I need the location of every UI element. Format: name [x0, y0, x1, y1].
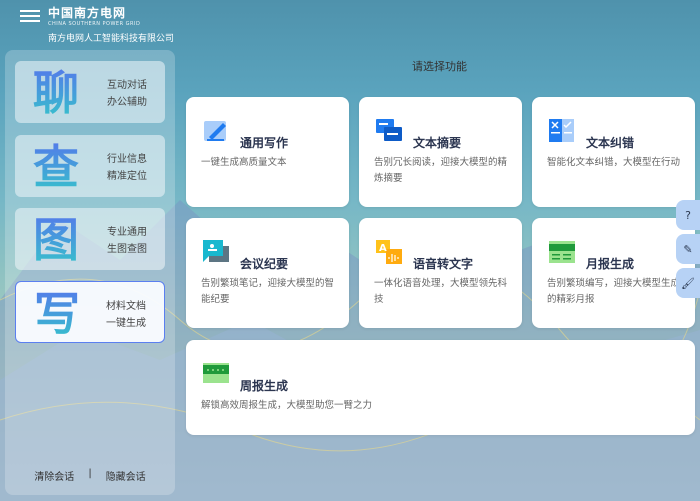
card-title: 文本摘要 [413, 136, 462, 150]
card-desc: 告别繁琐编写，迎接大模型生成的精彩月报 [547, 278, 681, 305]
sidebar-item-write[interactable]: 写 材料文档一键生成 [15, 281, 165, 343]
write-glyph-icon: 写 [34, 278, 80, 344]
meeting-icon [203, 240, 229, 262]
card-desc: 一键生成高质量文本 [201, 157, 287, 168]
card-title: 月报生成 [586, 257, 635, 271]
brand-name: 中国南方电网 [48, 6, 127, 20]
card-desc: 解锁高效周报生成，大模型助您一臂之力 [201, 400, 373, 411]
card-desc: 一体化语音处理，大模型领先科技 [374, 278, 508, 305]
speech-icon: A [376, 240, 402, 264]
search-glyph-icon: 查 [33, 131, 79, 197]
page-title: 请选择功能 [412, 60, 467, 73]
chat-glyph-icon: 聊 [33, 57, 79, 123]
logo-icon [20, 8, 42, 24]
sidebar-item-line2: 一键生成 [106, 318, 146, 329]
sidebar-item-chat[interactable]: 聊 互动对话 办公辅助 [15, 61, 165, 123]
card-desc: 告别繁琐笔记，迎接大模型的智能纪要 [201, 278, 335, 305]
help-icon: ? [685, 208, 691, 222]
card-speech-to-text[interactable]: A 语音转文字 一体化语音处理，大模型领先科技 [359, 218, 522, 328]
sidebar-item-line1: 材料文档 [106, 301, 146, 312]
checklist-icon [549, 119, 574, 142]
sidebar-item-line1: 专业通用 [107, 227, 147, 238]
weekly-report-icon [203, 363, 229, 383]
card-monthly-report[interactable]: 月报生成 告别繁琐编写，迎接大模型生成的精彩月报 [532, 218, 695, 328]
sidebar-item-line2: 生图查图 [107, 244, 147, 255]
card-title: 会议纪要 [240, 257, 289, 271]
header: 中国南方电网 CHINA SOUTHERN POWER GRID 南方电网人工智… [20, 4, 174, 44]
brush-button[interactable]: 🖌 [676, 268, 700, 298]
svg-text:A: A [379, 243, 387, 254]
card-text-summary[interactable]: 文本摘要 告别冗长阅读，迎接大模型的精炼摘要 [359, 97, 522, 207]
image-glyph-icon: 图 [33, 204, 79, 270]
brand-name-en: CHINA SOUTHERN POWER GRID [48, 21, 141, 27]
card-desc: 告别冗长阅读，迎接大模型的精炼摘要 [374, 157, 508, 184]
edit-button[interactable]: ✎ [676, 234, 700, 264]
card-weekly-report[interactable]: 周报生成 解锁高效周报生成，大模型助您一臂之力 [186, 340, 695, 435]
sidebar-item-line2: 精准定位 [107, 171, 147, 182]
logo: 中国南方电网 CHINA SOUTHERN POWER GRID [20, 4, 174, 27]
card-title: 周报生成 [240, 379, 289, 393]
card-title: 通用写作 [240, 136, 289, 150]
card-meeting-minutes[interactable]: 会议纪要 告别繁琐笔记，迎接大模型的智能纪要 [186, 218, 349, 328]
monthly-report-icon [549, 241, 575, 263]
summary-icon [376, 119, 402, 141]
card-text-correction[interactable]: 文本纠错 智能化文本纠错，大模型在行动 [532, 97, 695, 207]
sidebar-item-line2: 办公辅助 [107, 97, 147, 108]
edit-icon: ✎ [683, 242, 693, 256]
sidebar-item-search[interactable]: 查 行业信息 精准定位 [15, 135, 165, 197]
sidebar-item-line1: 互动对话 [107, 80, 147, 91]
card-title: 语音转文字 [413, 257, 474, 271]
sidebar: 聊 互动对话办公辅助 查 行业信息精准定位 图 专业通用生图查图 写 材料文档一… [5, 50, 175, 495]
card-desc: 智能化文本纠错，大模型在行动 [547, 157, 681, 168]
card-title: 文本纠错 [586, 136, 635, 150]
sidebar-item-image[interactable]: 图 专业通用 生图查图 [15, 208, 165, 270]
hide-session-button[interactable]: 隐藏会话 [106, 468, 146, 483]
help-button[interactable]: ? [676, 200, 700, 230]
card-general-writing[interactable]: 通用写作 一键生成高质量文本 [186, 97, 349, 207]
separator: | [88, 468, 92, 479]
brush-icon: 🖌 [681, 276, 695, 290]
company-name: 南方电网人工智能科技有限公司 [48, 34, 175, 44]
clear-session-button[interactable]: 清除会话 [34, 468, 74, 483]
pen-icon [204, 121, 226, 141]
sidebar-item-line1: 行业信息 [107, 154, 147, 165]
